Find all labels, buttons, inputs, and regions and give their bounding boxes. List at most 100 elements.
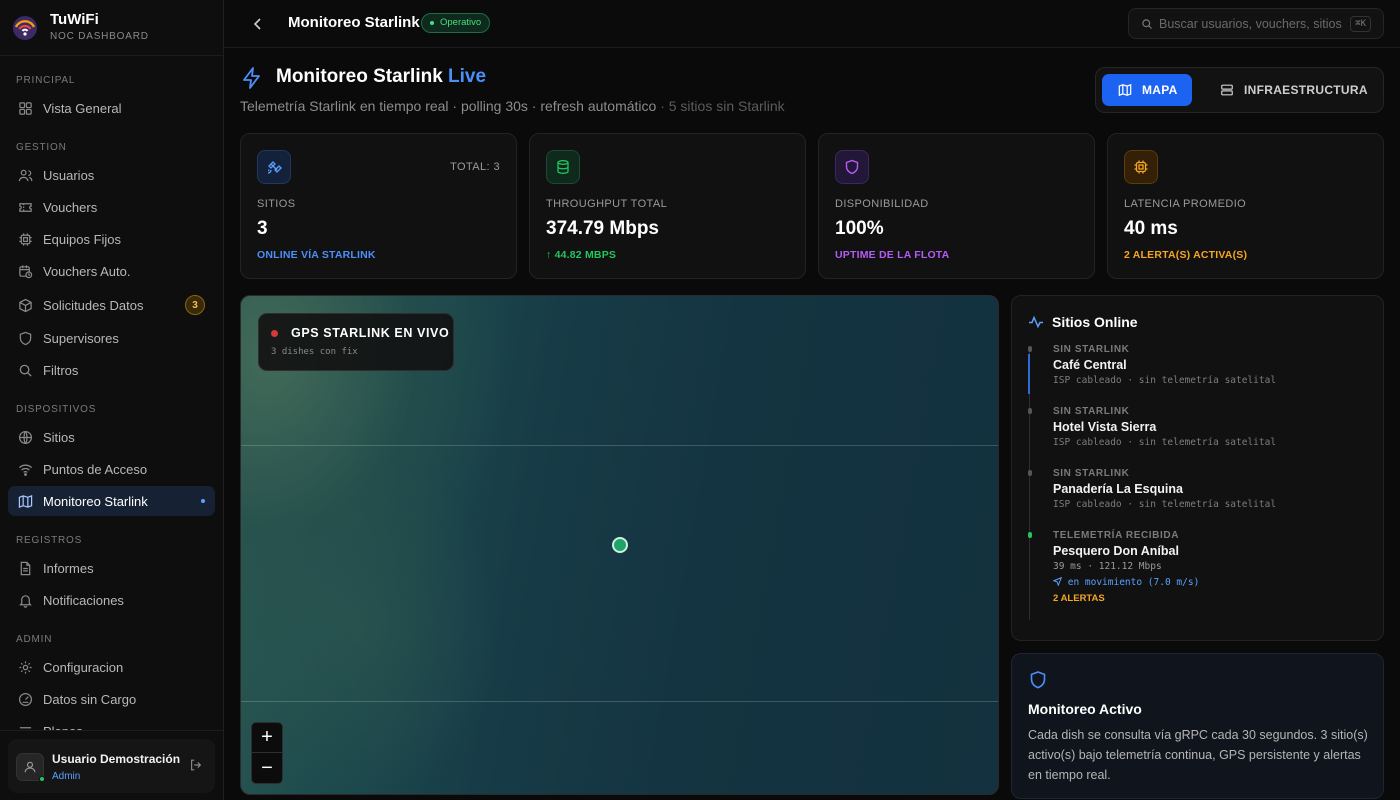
active-panel-text: Cada dish se consulta vía gRPC cada 30 s…: [1028, 728, 1368, 782]
sidebar: TuWiFi NOC DASHBOARD PRINCIPAL GESTION D…: [0, 0, 224, 800]
sidebar-item-usuarios[interactable]: Usuarios: [8, 160, 215, 190]
site-name: Hotel Vista Sierra: [1053, 420, 1157, 434]
stat-value: 100%: [835, 218, 884, 239]
map-grid-line: [241, 445, 998, 446]
site-status-label: SIN STARLINK: [1053, 468, 1130, 479]
list-item[interactable]: SIN STARLINK Hotel Vista Sierra ISP cabl…: [1028, 406, 1368, 462]
server-icon: [1221, 84, 1233, 96]
stat-value: 40 ms: [1124, 218, 1178, 239]
sidebar-item-informes[interactable]: Informes: [8, 553, 215, 583]
zoom-in-button[interactable]: +: [252, 723, 282, 753]
gps-overlay-title: GPS STARLINK EN VIVO: [291, 326, 450, 340]
stat-card-throughput: THROUGHPUT TOTAL 374.79 Mbps ↑ 44.82 MBP…: [529, 133, 806, 279]
sidebar-item-monitoreo-starlink[interactable]: Monitoreo Starlink: [8, 486, 215, 516]
sites-panel-title: Sitios Online: [1052, 314, 1138, 330]
wifi-icon: [18, 464, 33, 476]
online-status-dot: [39, 776, 45, 782]
timeline-dot: [1028, 408, 1032, 414]
sidebar-item-configuracion[interactable]: Configuracion: [8, 652, 215, 682]
global-search[interactable]: ⌘K: [1128, 8, 1384, 39]
user-role: Admin: [52, 771, 81, 782]
stat-label: LATENCIA PROMEDIO: [1124, 198, 1247, 210]
nav-section-gestion: GESTION: [16, 142, 67, 153]
sidebar-item-vista-general[interactable]: Vista General: [8, 93, 215, 123]
gauge-icon: [18, 692, 33, 706]
site-description: ISP cableado · sin telemetría satelital: [1053, 375, 1277, 386]
brand[interactable]: TuWiFi NOC DASHBOARD: [0, 0, 223, 56]
nav-section-registros: REGISTROS: [16, 535, 83, 546]
sidebar-item-label: Supervisores: [43, 330, 119, 346]
map-view-button[interactable]: MAPA: [1102, 74, 1192, 106]
stat-label: THROUGHPUT TOTAL: [546, 198, 668, 210]
page-subtitle-extra: · 5 sitios sin Starlink: [660, 98, 785, 114]
gear-icon: [19, 660, 32, 674]
starlink-map[interactable]: GPS STARLINK EN VIVO 3 dishes con fix + …: [240, 295, 999, 795]
sidebar-item-label: Datos sin Cargo: [43, 691, 137, 707]
sidebar-item-puntos-de-acceso[interactable]: Puntos de Acceso: [8, 454, 215, 484]
nav-section-admin: ADMIN: [16, 634, 53, 645]
timeline-dot: [1028, 470, 1032, 476]
search-icon: [19, 364, 32, 377]
sidebar-item-supervisores[interactable]: Supervisores: [8, 323, 215, 353]
stat-footnote: ONLINE VÍA STARLINK: [257, 249, 376, 261]
clock-calendar-icon: [19, 264, 33, 278]
stat-card-latencia: LATENCIA PROMEDIO 40 ms 2 ALERTA(S) ACTI…: [1107, 133, 1384, 279]
sidebar-item-vouchers[interactable]: Vouchers: [8, 192, 215, 222]
user-name: Usuario Demostración: [52, 752, 181, 766]
globe-icon: [18, 430, 33, 444]
page-title: Monitoreo Starlink: [276, 66, 443, 87]
infrastructure-view-button[interactable]: INFRAESTRUCTURA: [1212, 74, 1372, 106]
chip-icon: [19, 232, 32, 246]
sidebar-item-label: Vouchers Auto.: [43, 263, 131, 279]
list-item[interactable]: TELEMETRÍA RECIBIDA Pesquero Don Aníbal …: [1028, 530, 1368, 610]
sites-online-panel: Sitios Online SIN STARLINK Café Central …: [1011, 295, 1384, 641]
sidebar-item-filtros[interactable]: Filtros: [8, 355, 215, 385]
nav-section-principal: PRINCIPAL: [16, 75, 76, 86]
shield-icon: [835, 150, 869, 184]
user-profile[interactable]: Usuario Demostración Admin: [8, 739, 215, 793]
lightning-icon: [243, 67, 260, 89]
stat-meta: TOTAL: 3: [450, 161, 500, 173]
site-status-label: SIN STARLINK: [1053, 406, 1130, 417]
zoom-out-button[interactable]: −: [252, 753, 282, 783]
sidebar-item-vouchers-auto[interactable]: Vouchers Auto.: [8, 256, 215, 286]
stat-card-disponibilidad: DISPONIBILIDAD 100% UPTIME DE LA FLOTA: [818, 133, 1095, 279]
search-input[interactable]: [1159, 15, 1343, 33]
list-item[interactable]: SIN STARLINK Café Central ISP cableado ·…: [1028, 344, 1368, 400]
stat-footnote: ↑ 44.82 MBPS: [546, 249, 617, 261]
sidebar-item-datos-sin-cargo[interactable]: Datos sin Cargo: [8, 684, 215, 714]
sidebar-item-sitios[interactable]: Sitios: [8, 422, 215, 452]
sidebar-item-solicitudes-datos[interactable]: Solicitudes Datos 3: [8, 290, 215, 320]
map-zoom-controls: + −: [251, 722, 283, 784]
brand-logo-icon: [12, 15, 38, 41]
dish-location-marker[interactable]: [612, 537, 628, 553]
active-monitoring-panel: Monitoreo Activo Cada dish se consulta v…: [1011, 653, 1384, 799]
database-icon: [546, 150, 580, 184]
back-chevron-icon[interactable]: [248, 14, 268, 34]
stat-label: DISPONIBILIDAD: [835, 198, 929, 210]
stat-footnote: UPTIME DE LA FLOTA: [835, 249, 950, 261]
bell-icon: [19, 594, 32, 608]
sidebar-item-notificaciones[interactable]: Notificaciones: [8, 585, 215, 615]
search-icon: [1142, 19, 1152, 29]
site-description: 39 ms · 121.12 Mbps: [1053, 561, 1162, 572]
document-icon: [20, 561, 31, 575]
sidebar-item-label: Solicitudes Datos: [43, 297, 144, 313]
active-indicator-dot: [201, 499, 205, 503]
gps-overlay-subtitle: 3 dishes con fix: [271, 347, 358, 357]
map-grid-line: [241, 701, 998, 702]
selected-item-bar: [1028, 354, 1030, 394]
page-subtitle-main: Telemetría Starlink en tiempo real · pol…: [240, 98, 657, 114]
page-subtitle: Telemetría Starlink en tiempo real · pol…: [240, 98, 785, 114]
list-item[interactable]: SIN STARLINK Panadería La Esquina ISP ca…: [1028, 468, 1368, 524]
package-icon: [19, 298, 32, 312]
stat-value: 3: [257, 218, 268, 239]
logout-icon[interactable]: [189, 758, 203, 772]
site-description: ISP cableado · sin telemetría satelital: [1053, 499, 1277, 510]
sidebar-item-label: Sitios: [43, 429, 75, 445]
sidebar-item-equipos-fijos[interactable]: Equipos Fijos: [8, 224, 215, 254]
site-description: ISP cableado · sin telemetría satelital: [1053, 437, 1277, 448]
infrastructure-view-label: INFRAESTRUCTURA: [1244, 83, 1368, 97]
user-card: Usuario Demostración Admin: [0, 730, 223, 800]
activity-icon: [1029, 315, 1043, 329]
